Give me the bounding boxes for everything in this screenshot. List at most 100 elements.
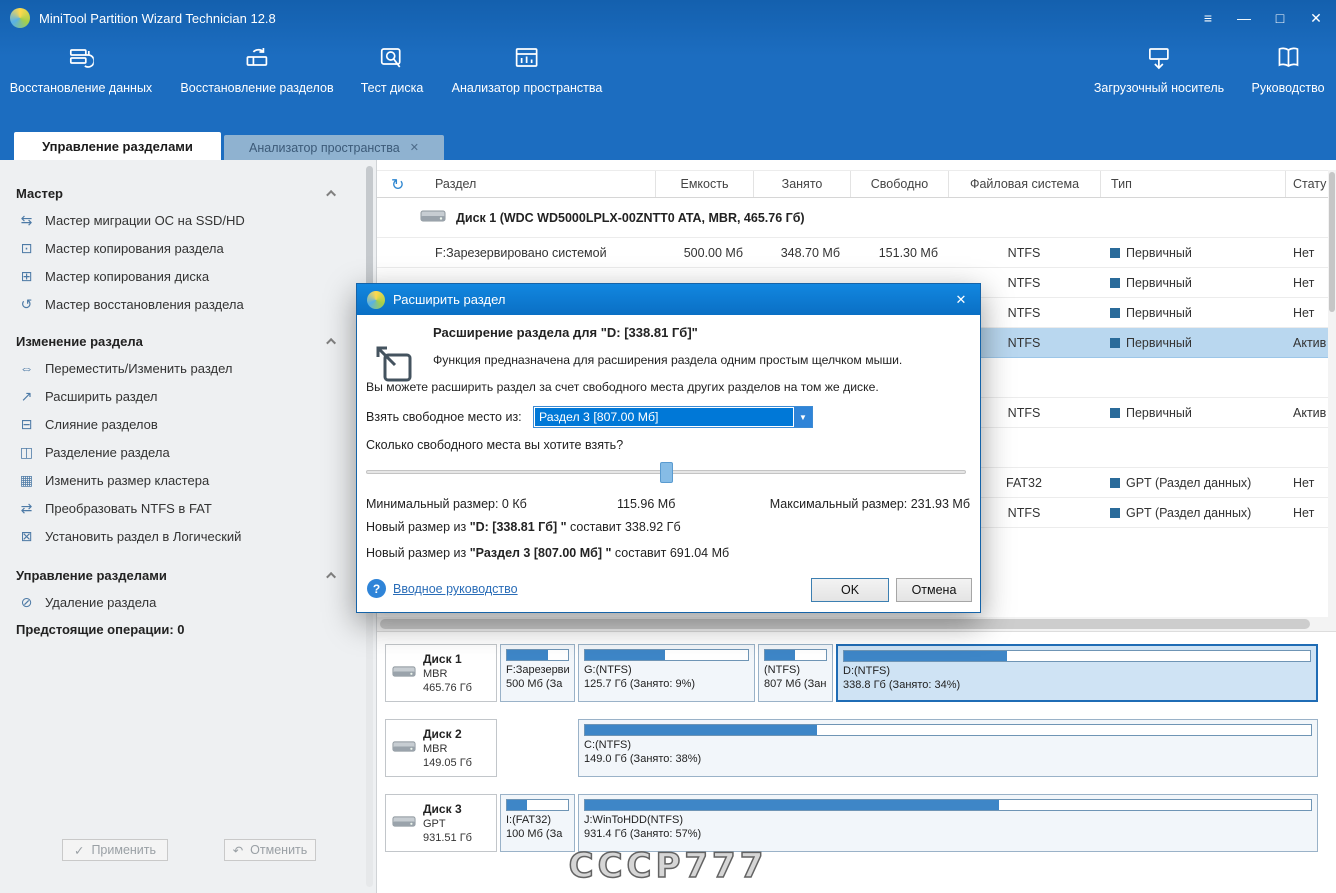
sidebar-item-convert-ntfs-fat[interactable]: ⇄ Преобразовать NTFS в FAT (0, 494, 376, 522)
app-logo-icon (367, 290, 385, 309)
ok-button[interactable]: OK (811, 578, 889, 602)
extend-partition-icon: ↗ (20, 387, 33, 404)
partition-box-d-selected[interactable]: D:(NTFS) 338.8 Гб (Занято: 34%) (836, 644, 1318, 702)
dialog-title: Расширить раздел (393, 292, 506, 307)
sidebar-item-label: Мастер миграции ОС на SSD/HD (45, 212, 245, 228)
undo-button[interactable]: ↶ Отменить (224, 839, 316, 861)
horizontal-scrollbar[interactable] (377, 617, 1328, 631)
watermark: СССР777 (568, 845, 768, 887)
sidebar-item-migrate-os[interactable]: ⇆ Мастер миграции ОС на SSD/HD (0, 206, 376, 234)
toolbar-item-disk-test[interactable]: Тест диска (361, 46, 423, 95)
intro-guide-link[interactable]: Вводное руководство (393, 582, 518, 596)
partition-recovery-icon (244, 46, 270, 72)
partition-size: 100 Мб (За (506, 828, 563, 840)
cell-used: 348.70 Мб (780, 245, 840, 260)
disk-map-row-1: Диск 1 MBR 465.76 Гб F:Зарезерви 500 Мб … (377, 644, 1336, 704)
collapse-chevron-icon[interactable] (326, 337, 337, 348)
collapse-chevron-icon[interactable] (326, 189, 337, 200)
chevron-down-icon[interactable]: ▼ (794, 407, 812, 427)
cell-status: Актив (1293, 405, 1327, 420)
scrollbar-thumb[interactable] (380, 619, 1310, 629)
sidebar-item-delete-partition[interactable]: ⊘ Удаление раздела (0, 588, 376, 616)
section-title: Управление разделами (16, 567, 167, 583)
tab-close-icon[interactable]: ✕ (410, 141, 419, 154)
disk-icon (392, 738, 416, 758)
pending-operations: Предстоящие операции: 0 (16, 622, 185, 637)
data-recovery-icon (68, 46, 94, 72)
sidebar-item-extend-partition[interactable]: ↗ Расширить раздел (0, 382, 376, 410)
toolbar-item-partition-recovery[interactable]: Восстановление разделов (180, 46, 334, 95)
convert-ntfs-fat-icon: ⇄ (20, 499, 33, 516)
toolbar-item-space-analyzer[interactable]: Анализатор пространства (452, 46, 602, 95)
column-header-type[interactable]: Тип (1100, 171, 1285, 197)
partition-box-unnamed[interactable]: (NTFS) 807 Мб (Зан (758, 644, 833, 702)
partition-box-i[interactable]: I:(FAT32) 100 Мб (За (500, 794, 575, 852)
disk-scheme: MBR (423, 742, 448, 755)
partition-box-c[interactable]: C:(NTFS) 149.0 Гб (Занято: 38%) (578, 719, 1318, 777)
toolbar-item-guide[interactable]: Руководство (1251, 46, 1325, 95)
table-row-disk-1[interactable]: Диск 1 (WDC WD5000LPLX-00ZNTT0 ATA, MBR,… (377, 198, 1328, 238)
undo-icon: ↶ (232, 843, 244, 858)
usage-bar (584, 799, 1312, 811)
sidebar-item-split-partition[interactable]: ◫ Разделение раздела (0, 438, 376, 466)
column-header-free[interactable]: Свободно (850, 171, 948, 197)
sidebar-item-copy-disk[interactable]: ⊞ Мастер копирования диска (0, 262, 376, 290)
dialog-close-icon[interactable]: ✕ (952, 292, 970, 308)
scrollbar-thumb[interactable] (1329, 172, 1335, 312)
help-icon[interactable]: ? (367, 579, 386, 598)
disk-1-label[interactable]: Диск 1 MBR 465.76 Гб (385, 644, 497, 702)
table-header: ↻ Раздел Емкость Занято Свободно Файлова… (377, 170, 1328, 198)
merge-partitions-icon: ⊟ (20, 415, 33, 432)
partition-name: D:(NTFS) (843, 665, 891, 677)
disk-scheme: GPT (423, 817, 446, 830)
partition-box-f[interactable]: F:Зарезерви 500 Мб (За (500, 644, 575, 702)
column-header-status[interactable]: Стату (1285, 171, 1328, 197)
partition-select-dropdown[interactable]: Раздел 3 [807.00 Мб] ▼ (533, 406, 813, 428)
sidebar-item-set-logical[interactable]: ⊠ Установить раздел в Логический (0, 522, 376, 550)
toolbar-label: Восстановление разделов (180, 81, 334, 95)
apply-button[interactable]: ✓ Применить (62, 839, 168, 861)
partition-name: J:WinToHDD(NTFS) (584, 814, 683, 826)
sidebar-section-change-partition[interactable]: Изменение раздела (0, 328, 376, 354)
sidebar-item-partition-recovery-wizard[interactable]: ↺ Мастер восстановления раздела (0, 290, 376, 318)
column-header-capacity[interactable]: Емкость (655, 171, 753, 197)
disk-3-label[interactable]: Диск 3 GPT 931.51 Гб (385, 794, 497, 852)
toolbar-item-data-recovery[interactable]: Восстановление данных (10, 46, 152, 95)
type-color-square (1110, 307, 1120, 318)
close-button[interactable]: ✕ (1306, 10, 1326, 27)
sidebar-item-merge-partitions[interactable]: ⊟ Слияние разделов (0, 410, 376, 438)
cancel-button[interactable]: Отмена (896, 578, 972, 602)
cell-type: Первичный (1100, 298, 1285, 327)
sidebar-item-cluster-size[interactable]: ▦ Изменить размер кластера (0, 466, 376, 494)
maximize-button[interactable]: □ (1270, 10, 1290, 26)
undo-label: Отменить (250, 843, 308, 857)
slider-handle[interactable] (660, 462, 673, 483)
sidebar-item-move-resize[interactable]: ⇔ Переместить/Изменить раздел (0, 354, 376, 382)
tab-space-analyzer[interactable]: Анализатор пространства ✕ (224, 135, 444, 160)
table-row-partition-f[interactable]: F:Зарезервировано системой 500.00 Мб 348… (377, 238, 1328, 268)
sidebar-section-wizard[interactable]: Мастер (0, 180, 376, 206)
disk-icon (392, 813, 416, 833)
minimize-button[interactable]: — (1234, 10, 1254, 26)
partition-recovery-wizard-icon: ↺ (20, 295, 33, 312)
partition-size: 149.0 Гб (Занято: 38%) (584, 753, 702, 765)
dropdown-selected-value[interactable]: Раздел 3 [807.00 Мб] (535, 408, 793, 426)
column-header-filesystem[interactable]: Файловая система (948, 171, 1100, 197)
app-logo-icon (10, 8, 30, 28)
partition-box-j[interactable]: J:WinToHDD(NTFS) 931.4 Гб (Занято: 57%) (578, 794, 1318, 852)
collapse-chevron-icon[interactable] (326, 571, 337, 582)
sidebar-section-partition-management[interactable]: Управление разделами (0, 562, 376, 588)
cell-type: GPT (Раздел данных) (1100, 468, 1285, 497)
partition-box-g[interactable]: G:(NTFS) 125.7 Гб (Занято: 9%) (578, 644, 755, 702)
space-slider[interactable] (366, 462, 966, 483)
menu-icon[interactable]: ≡ (1198, 10, 1218, 26)
copy-disk-icon: ⊞ (20, 267, 33, 284)
sidebar-item-copy-partition[interactable]: ⊡ Мастер копирования раздела (0, 234, 376, 262)
disk-2-label[interactable]: Диск 2 MBR 149.05 Гб (385, 719, 497, 777)
toolbar-item-bootable-media[interactable]: Загрузочный носитель (1094, 46, 1224, 95)
vertical-scrollbar[interactable] (1328, 170, 1336, 631)
column-header-used[interactable]: Занято (753, 171, 850, 197)
tab-partition-management[interactable]: Управление разделами (14, 132, 221, 160)
tab-label: Управление разделами (42, 138, 193, 154)
column-header-partition[interactable]: Раздел (377, 171, 655, 197)
